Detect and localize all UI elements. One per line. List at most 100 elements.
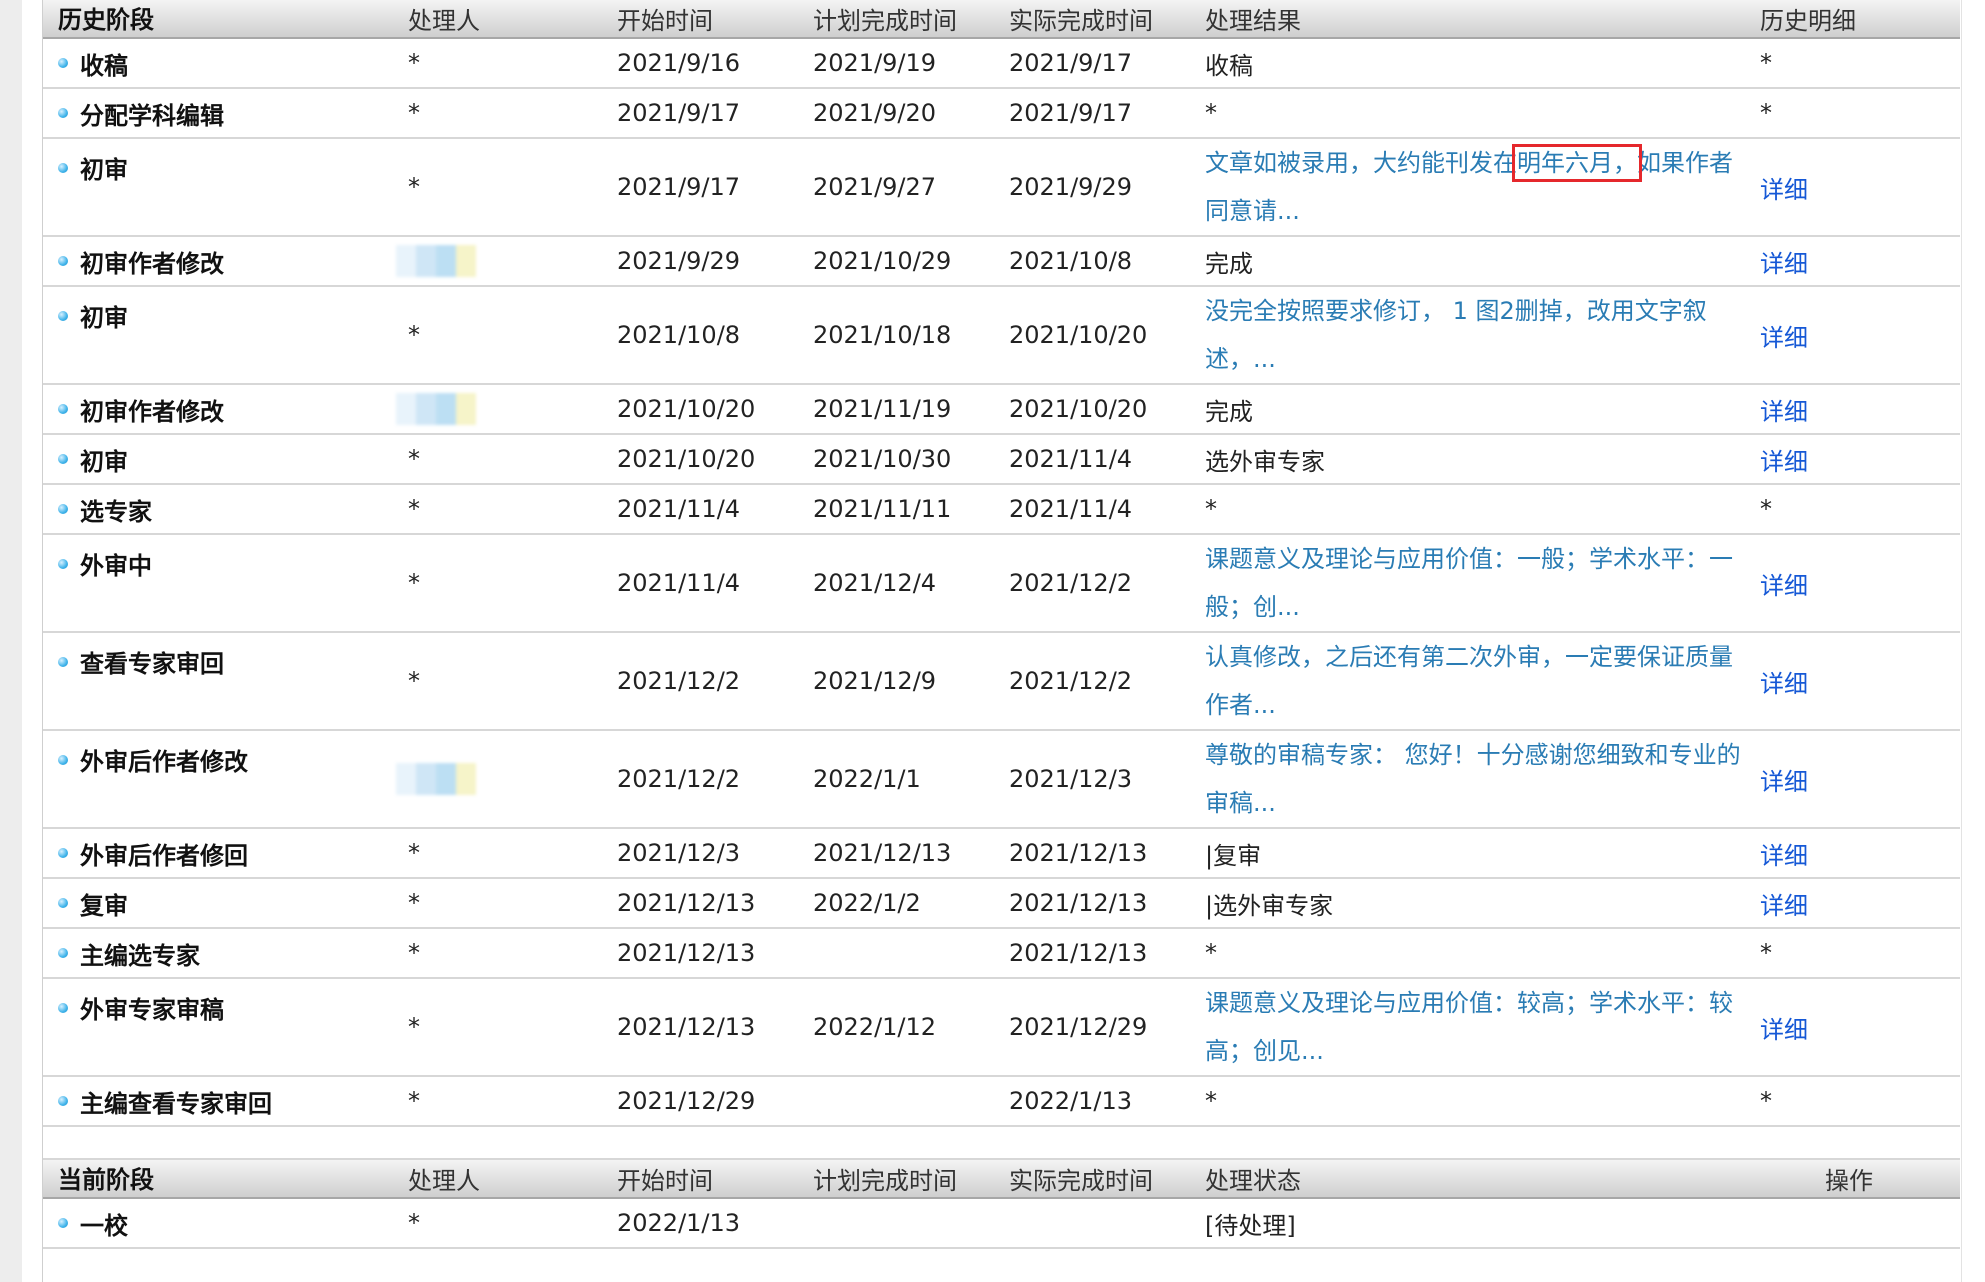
- actual-finish-cell: 2021/9/17: [1009, 99, 1133, 127]
- detail-link[interactable]: 详细: [1760, 762, 1960, 797]
- stage-cell: 初审: [43, 287, 380, 333]
- handler-cell: *: [408, 939, 420, 967]
- handler-cell: *: [408, 1087, 420, 1115]
- right-gutter: [1961, 0, 1985, 1282]
- history-table: 历史阶段 处理人 开始时间 计划完成时间 实际完成时间 处理结果 历史明细 收稿…: [43, 0, 1960, 1249]
- detail-link[interactable]: 详细: [1760, 442, 1960, 477]
- stage-cell: 收稿: [43, 46, 380, 81]
- result-link[interactable]: 文章如被录用，大约能刊发在明年六月，如果作者同意请...: [1205, 139, 1760, 235]
- start-time-cell: 2021/11/4: [617, 495, 741, 523]
- stage-cell: 外审专家审稿: [43, 979, 380, 1025]
- handler-cell: *: [408, 321, 420, 349]
- planned-finish-cell: 2021/11/11: [813, 495, 952, 523]
- detail-link[interactable]: 详细: [1760, 664, 1960, 699]
- highlighted-text: 明年六月，: [1512, 144, 1642, 182]
- handler-cell: *: [408, 445, 420, 473]
- detail-link[interactable]: 详细: [1760, 886, 1960, 921]
- detail-link[interactable]: 详细: [1760, 244, 1960, 279]
- result-text: 文章如被录用，大约能刊发在: [1205, 149, 1517, 177]
- header-handler: 处理人: [408, 1167, 480, 1195]
- result-link[interactable]: 尊敬的审稿专家： 您好！十分感谢您细致和专业的审稿...: [1205, 731, 1760, 827]
- planned-finish-cell: 2021/9/19: [813, 49, 937, 77]
- result-cell: 完成: [1205, 397, 1253, 426]
- planned-finish-cell: 2022/1/12: [813, 1013, 937, 1041]
- handler-cell: *: [408, 495, 420, 523]
- start-time-cell: 2021/9/17: [617, 173, 741, 201]
- stage-cell: 查看专家审回: [43, 633, 380, 679]
- stage-cell: 分配学科编辑: [43, 96, 380, 131]
- start-time-cell: 2022/1/13: [617, 1209, 741, 1237]
- actual-finish-cell: 2022/1/13: [1009, 1087, 1133, 1115]
- result-link[interactable]: 认真修改，之后还有第二次外审，一定要保证质量作者...: [1205, 633, 1760, 729]
- detail-link[interactable]: 详细: [1760, 566, 1960, 601]
- planned-finish-cell: 2021/12/9: [813, 667, 937, 695]
- result-cell: 完成: [1205, 249, 1253, 278]
- stage-cell: 初审: [43, 442, 380, 477]
- start-time-cell: 2021/12/13: [617, 889, 756, 917]
- header-handler: 处理人: [408, 7, 480, 35]
- table-row: 外审后作者修回 * 2021/12/3 2021/12/13 2021/12/1…: [43, 829, 1960, 879]
- blue-dot-icon: [58, 1002, 68, 1013]
- redacted-handler: [396, 763, 476, 795]
- header-action: 操作: [1825, 1167, 1873, 1195]
- stage-label: 复审: [80, 891, 128, 920]
- table-row: 外审后作者修改 2021/12/2 2022/1/1 2021/12/3 尊敬的…: [43, 731, 1960, 829]
- table-row: 初审作者修改 2021/9/29 2021/10/29 2021/10/8 完成…: [43, 237, 1960, 287]
- actual-finish-cell: 2021/9/29: [1009, 173, 1133, 201]
- planned-finish-cell: 2021/10/18: [813, 321, 952, 349]
- actual-finish-cell: 2021/12/2: [1009, 667, 1133, 695]
- blue-dot-icon: [58, 1218, 68, 1228]
- planned-finish-cell: 2022/1/2: [813, 889, 921, 917]
- detail-link[interactable]: 详细: [1760, 392, 1960, 427]
- header-start-time: 开始时间: [617, 1167, 713, 1195]
- table-row: 选专家 * 2021/11/4 2021/11/11 2021/11/4 * *: [43, 485, 1960, 535]
- handler-cell: *: [408, 1013, 420, 1041]
- detail-link[interactable]: 详细: [1760, 836, 1960, 871]
- result-link[interactable]: 课题意义及理论与应用价值：一般；学术水平：一般；创...: [1205, 535, 1760, 631]
- stage-label: 外审专家审稿: [80, 996, 224, 1024]
- planned-finish-cell: 2021/10/30: [813, 445, 952, 473]
- handler-cell: *: [408, 1209, 420, 1237]
- result-link[interactable]: 没完全按照要求修订， 1 图2删掉，改用文字叙述，...: [1205, 287, 1760, 383]
- stage-history-panel: 历史阶段 处理人 开始时间 计划完成时间 实际完成时间 处理结果 历史明细 收稿…: [43, 0, 1960, 1249]
- blue-dot-icon: [58, 754, 68, 765]
- stage-cell: 外审中: [43, 535, 380, 581]
- stage-label: 外审中: [80, 552, 152, 580]
- handler-cell: [380, 393, 617, 425]
- actual-finish-cell: 2021/9/17: [1009, 49, 1133, 77]
- start-time-cell: 2021/12/13: [617, 1013, 756, 1041]
- stage-cell: 复审: [43, 886, 380, 921]
- table-row: 复审 * 2021/12/13 2022/1/2 2021/12/13 |选外审…: [43, 879, 1960, 929]
- planned-finish-cell: 2022/1/1: [813, 765, 921, 793]
- result-link[interactable]: 课题意义及理论与应用价值：较高；学术水平：较高；创见...: [1205, 979, 1760, 1075]
- detail-link[interactable]: 详细: [1760, 1010, 1960, 1045]
- start-time-cell: 2021/9/16: [617, 49, 741, 77]
- start-time-cell: 2021/9/29: [617, 247, 741, 275]
- stage-cell: 主编查看专家审回: [43, 1084, 380, 1119]
- actual-finish-cell: 2021/10/20: [1009, 395, 1148, 423]
- start-time-cell: 2021/12/2: [617, 667, 741, 695]
- table-row: 一校 * 2022/1/13 [待处理]: [43, 1199, 1960, 1249]
- planned-finish-cell: 2021/12/4: [813, 569, 937, 597]
- stage-label: 初审: [80, 304, 128, 332]
- planned-finish-cell: 2021/10/29: [813, 247, 952, 275]
- result-cell: *: [1205, 939, 1217, 967]
- header-stage: 历史阶段: [58, 6, 154, 34]
- planned-finish-cell: 2021/12/13: [813, 839, 952, 867]
- detail-link[interactable]: 详细: [1760, 170, 1960, 205]
- redacted-handler: [396, 393, 476, 425]
- stage-label: 分配学科编辑: [80, 101, 224, 130]
- handler-cell: *: [408, 99, 420, 127]
- actual-finish-cell: 2021/11/4: [1009, 495, 1133, 523]
- table-row: 初审 * 2021/10/20 2021/10/30 2021/11/4 选外审…: [43, 435, 1960, 485]
- stage-label: 一校: [80, 1211, 128, 1240]
- blue-dot-icon: [58, 162, 68, 173]
- handler-cell: *: [408, 173, 420, 201]
- planned-finish-cell: 2021/9/27: [813, 173, 937, 201]
- header-actual-finish: 实际完成时间: [1009, 7, 1153, 35]
- stage-cell: 主编选专家: [43, 936, 380, 971]
- actual-finish-cell: 2021/12/2: [1009, 569, 1133, 597]
- stage-cell: 初审: [43, 139, 380, 185]
- detail-cell: *: [1760, 99, 1772, 127]
- detail-link[interactable]: 详细: [1760, 318, 1960, 353]
